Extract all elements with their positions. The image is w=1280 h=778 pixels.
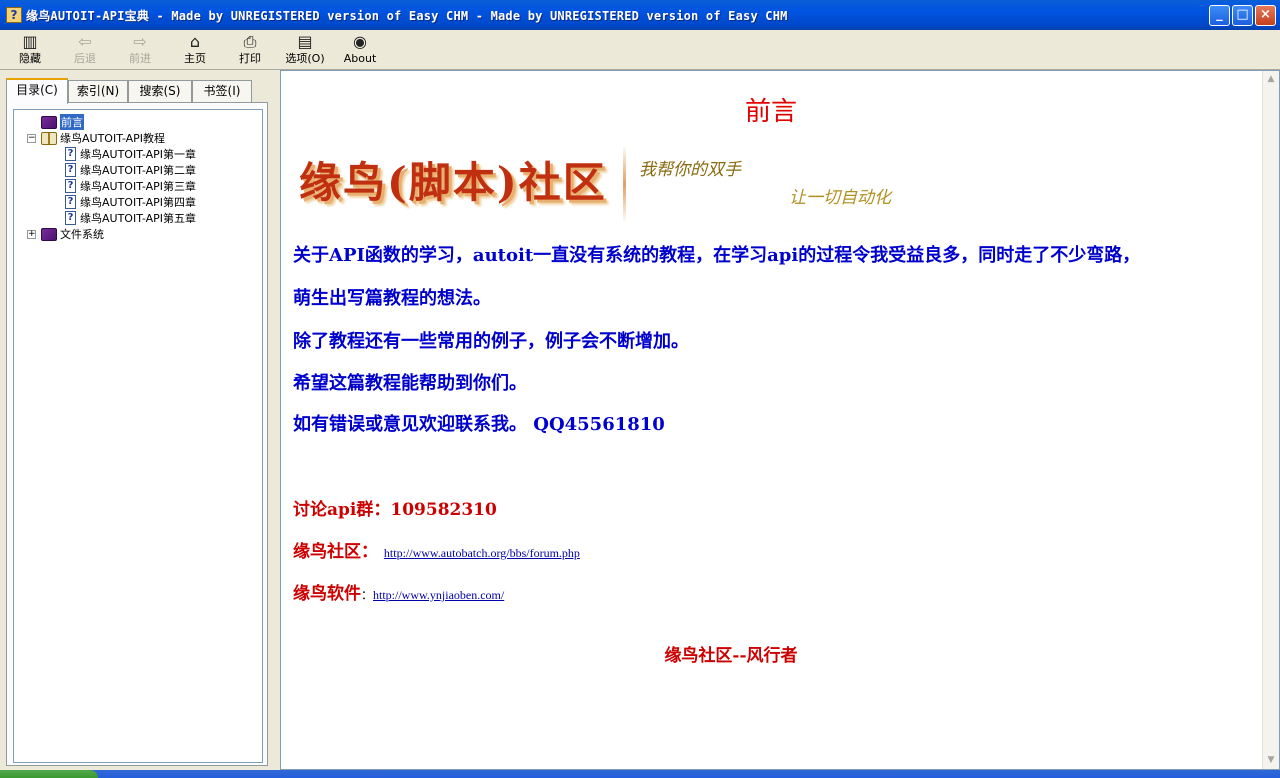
tab-search[interactable]: 搜索(S) [128,80,192,102]
tree-item-label: 缘鸟AUTOIT-API第五章 [80,212,197,225]
intro-paragraph-2: 萌生出写篇教程的想法。 [293,288,491,309]
community-link[interactable]: http://www.autobatch.org/bbs/forum.php [384,546,580,560]
intro-paragraph-5: 如有错误或意见欢迎联系我。 QQ45561810 [293,414,665,435]
open-book-icon [41,131,57,145]
scroll-up-arrow-icon[interactable]: ▲ [1263,71,1279,88]
tab-bookmarks[interactable]: 书签(I) [192,80,252,102]
intro-paragraph-4: 希望这篇教程能帮助到你们。 [293,373,527,394]
help-page-icon: ? [65,179,76,193]
about-label: About [343,52,377,65]
back-button[interactable]: ⇦ 后退 [61,32,109,68]
contents-tree[interactable]: 前言 − 缘鸟AUTOIT-API教程 ? 缘鸟AUTOIT-API第一章 ? … [13,109,263,763]
taskbar [0,770,1280,778]
forward-label: 前进 [129,52,151,65]
tree-item-chapter-4[interactable]: ? 缘鸟AUTOIT-API第四章 [65,194,196,210]
community-line: 缘鸟社区： http://www.autobatch.org/bbs/forum… [293,537,580,562]
tree-item-label: 文件系统 [60,228,104,241]
group-line: 讨论api群：109582310 [293,495,497,520]
tab-panel: 前言 − 缘鸟AUTOIT-API教程 ? 缘鸟AUTOIT-API第一章 ? … [6,102,268,766]
tab-index[interactable]: 索引(N) [68,80,128,102]
group-label: 讨论api群： [293,500,391,520]
intro-paragraph-3: 除了教程还有一些常用的例子，例子会不断增加。 [293,331,689,352]
software-line: 缘鸟软件：http://www.ynjiaoben.com/ [293,579,504,604]
print-button[interactable]: ⎙ 打印 [226,32,274,68]
group-number: 109582310 [390,500,497,520]
toolbar: ▥ 隐藏 ⇦ 后退 ⇨ 前进 ⌂ 主页 ⎙ 打印 ▤ 选项(O) ◉ About [0,30,1280,70]
intro-paragraph-1: 关于API函数的学习，autoit一直没有系统的教程，在学习api的过程令我受益… [293,245,1141,266]
home-button[interactable]: ⌂ 主页 [171,32,219,68]
tree-item-file-system[interactable]: + 文件系统 [27,226,104,242]
help-page-icon: ? [65,211,76,225]
forward-arrow-icon: ⇨ [133,32,147,51]
tab-contents[interactable]: 目录(C) [6,78,68,104]
close-button[interactable]: × [1255,5,1276,26]
maximize-button[interactable]: □ [1232,5,1253,26]
help-page-icon: ? [65,195,76,209]
hide-icon: ▥ [22,32,38,51]
tree-item-chapter-3[interactable]: ? 缘鸟AUTOIT-API第三章 [65,178,196,194]
tree-item-chapter-2[interactable]: ? 缘鸟AUTOIT-API第二章 [65,162,196,178]
home-icon: ⌂ [189,32,201,51]
tree-item-label: 缘鸟AUTOIT-API第四章 [80,196,197,209]
options-label: 选项(O) [285,52,325,65]
minimize-button[interactable]: _ [1209,5,1230,26]
options-icon: ▤ [297,32,313,51]
help-page-icon: ? [65,163,76,177]
about-icon: ◉ [353,32,367,51]
book-icon [41,227,57,241]
back-arrow-icon: ⇦ [78,32,92,51]
software-label: 缘鸟软件 [293,584,361,604]
software-separator: ： [361,588,374,602]
back-label: 后退 [74,52,96,65]
print-label: 打印 [239,52,261,65]
scroll-down-arrow-icon[interactable]: ▼ [1263,752,1279,769]
tree-item-label: 缘鸟AUTOIT-API第二章 [80,164,197,177]
window-title: 缘鸟AUTOIT-API宝典 - Made by UNREGISTERED ve… [26,8,788,23]
software-link[interactable]: http://www.ynjiaoben.com/ [373,588,504,602]
printer-icon: ⎙ [243,32,257,51]
vertical-scrollbar[interactable]: ▲ ▼ [1262,71,1279,769]
home-label: 主页 [184,52,206,65]
start-button[interactable] [0,770,98,778]
options-button[interactable]: ▤ 选项(O) [281,32,329,68]
title-bar[interactable]: ? 缘鸟AUTOIT-API宝典 - Made by UNREGISTERED … [0,0,1280,30]
banner-tagline-2: 让一切自动化 [789,188,891,208]
hide-label: 隐藏 [19,52,41,65]
book-icon [41,115,57,129]
banner-divider [623,145,626,223]
content-pane: 前言 缘鸟(脚本)社区 我帮你的双手 让一切自动化 关于API函数的学习，aut… [280,70,1280,770]
community-label: 缘鸟社区： [293,542,378,562]
navigation-pane: 目录(C) 索引(N) 搜索(S) 书签(I) 前言 − 缘鸟AUTOIT-AP… [0,70,274,778]
hide-button[interactable]: ▥ 隐藏 [6,32,54,68]
about-button[interactable]: ◉ About [336,32,384,68]
tree-item-label: 前言 [60,114,84,130]
tree-item-preface[interactable]: 前言 [41,114,84,130]
help-page-icon: ? [65,147,76,161]
tree-item-label: 缘鸟AUTOIT-API第三章 [80,180,197,193]
expand-toggle[interactable]: + [27,229,36,239]
tree-item-tutorial[interactable]: − 缘鸟AUTOIT-API教程 [27,130,165,146]
forward-button[interactable]: ⇨ 前进 [116,32,164,68]
tree-item-chapter-1[interactable]: ? 缘鸟AUTOIT-API第一章 [65,146,196,162]
page-title: 前言 [744,97,797,127]
banner-tagline-1: 我帮你的双手 [639,160,741,180]
tree-item-label: 缘鸟AUTOIT-API第一章 [80,148,197,161]
tree-item-label: 缘鸟AUTOIT-API教程 [60,132,166,145]
tree-item-chapter-5[interactable]: ? 缘鸟AUTOIT-API第五章 [65,210,196,226]
collapse-toggle[interactable]: − [27,133,36,143]
community-banner-logo: 缘鸟(脚本)社区 我帮你的双手 让一切自动化 [293,141,943,225]
author-signature: 缘鸟社区--风行者 [664,646,798,666]
help-app-icon: ? [6,7,22,23]
banner-title: 缘鸟(脚本)社区 [299,158,607,207]
